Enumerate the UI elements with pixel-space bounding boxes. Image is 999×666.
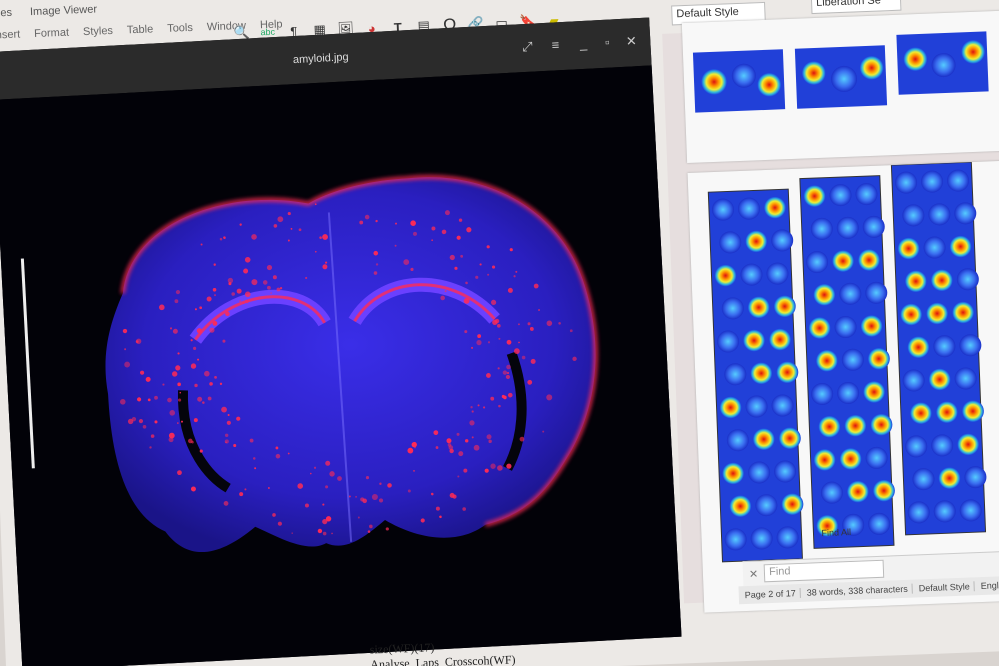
close-find-icon[interactable]: ✕	[749, 567, 759, 580]
page-indicator: Page 2 of 17	[744, 587, 801, 601]
figure-heatmap-strips	[707, 161, 987, 563]
code-snippet: size(WF)(17) Analyse_Laps_Crosscoh(WF)	[370, 637, 516, 666]
page-style: Default Style	[918, 581, 975, 594]
brain-tissue	[105, 177, 596, 553]
menu-insert[interactable]: nsert	[0, 28, 21, 51]
photo-scene: ces Image Viewer nsert Format Styles Tab…	[0, 0, 999, 666]
maximize-icon[interactable]: ▫	[598, 33, 617, 52]
figure-heatmap-top	[692, 31, 989, 113]
menu-styles[interactable]: Styles	[83, 25, 114, 48]
find-all-button[interactable]: Find All	[821, 527, 851, 538]
word-count: 38 words, 338 characters	[806, 583, 913, 598]
document-page	[681, 10, 999, 163]
document-page	[687, 160, 999, 613]
image-viewer-window: amyloid.jpg ⤢ ≡ _ ▫ ✕	[0, 17, 682, 666]
menu-format[interactable]: Format	[34, 27, 70, 50]
close-icon[interactable]: ✕	[622, 32, 641, 51]
image-canvas[interactable]	[0, 65, 682, 666]
find-input[interactable]: Find	[763, 559, 885, 583]
image-viewer-menu[interactable]: Image Viewer	[30, 4, 98, 29]
language-indicator: English (USA)	[980, 578, 999, 592]
menu-icon[interactable]: ≡	[546, 36, 565, 55]
amyloid-plaque	[385, 527, 389, 531]
document-canvas[interactable]	[662, 10, 999, 613]
places-menu[interactable]: ces	[0, 7, 13, 30]
minimize-icon[interactable]: _	[574, 34, 593, 53]
fullscreen-icon[interactable]: ⤢	[518, 37, 537, 56]
viewer-filename: amyloid.jpg	[292, 51, 349, 67]
brain-section-image	[105, 175, 598, 553]
